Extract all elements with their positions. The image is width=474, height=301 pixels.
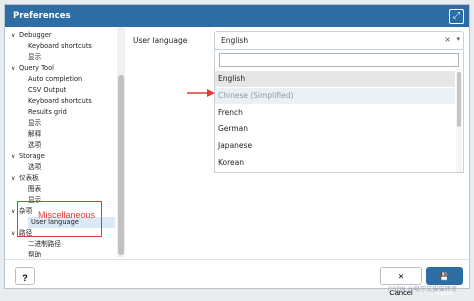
dialog-title: Preferences [13,11,71,21]
tree-item-label: Query Tool [19,64,54,72]
tree-group[interactable]: ∨ 仪表板 [5,173,39,184]
tree-item[interactable]: 解释 [5,129,41,140]
clear-icon[interactable]: × [444,35,451,44]
tree-item[interactable]: Auto completion [5,74,82,85]
chevron-down-icon[interactable]: ∨ [11,173,15,184]
tree-item[interactable]: Results grid [5,107,67,118]
tree-group[interactable]: ∨ Query Tool [5,63,54,74]
misc-annotation: Miscellaneous [38,210,96,220]
tree-item-label: 解释 [28,130,42,138]
tree-item-label: 图表 [28,185,42,193]
dropdown-search-input[interactable] [219,53,459,67]
tree-item-label: 选项 [28,141,42,149]
tree-item-label: Auto completion [28,75,83,83]
chevron-down-icon[interactable]: ∨ [11,151,15,162]
tree-item-label: Results grid [28,108,67,116]
tree-item-label: Storage [19,152,45,160]
tree-scrollbar-thumb[interactable] [118,75,124,255]
tree-item[interactable]: 帮助 [5,250,41,257]
tree-item-label: 帮助 [28,251,42,257]
chevron-down-icon[interactable]: ▾ [456,35,460,43]
language-option[interactable]: Japanese [215,138,455,154]
dropdown-scrollbar-thumb[interactable] [457,72,461,127]
cancel-button[interactable]: ✕ Cancel [380,267,422,297]
tree-item[interactable]: 选项 [5,140,41,151]
maximize-icon[interactable]: ⤢ [449,9,464,24]
help-button[interactable]: ? [15,267,35,285]
language-option[interactable]: English [215,71,455,87]
tree-item[interactable]: 二进制路径 [5,239,61,250]
chevron-down-icon[interactable]: ∨ [11,228,15,239]
tree-item[interactable]: Keyboard shortcuts [5,41,92,52]
tree-item-label: 显示 [28,119,42,127]
language-option[interactable]: German [215,121,455,137]
tree-item[interactable]: 选项 [5,162,41,173]
tree-item[interactable]: 图表 [5,184,41,195]
dropdown-scrollbar[interactable] [456,72,462,172]
tree-item[interactable]: 显示 [5,52,41,63]
tree-item-label: 选项 [28,163,42,171]
tree-item[interactable]: 显示 [5,118,41,129]
dialog-titlebar: Preferences ⤢ [5,5,469,27]
tree-item-label: Keyboard shortcuts [28,97,92,105]
user-language-select[interactable]: English × ▾ [214,31,464,50]
tree-item-label: Keyboard shortcuts [28,42,92,50]
chevron-down-icon[interactable]: ∨ [11,30,15,41]
tree-group[interactable]: ∨ Debugger [5,30,52,41]
language-option[interactable]: French [215,105,455,121]
language-option[interactable]: Korean [215,155,455,171]
tree-item[interactable]: CSV Output [5,85,66,96]
watermark: CSDN @吸尔又猫猫转变 [388,286,458,293]
footer-divider [5,259,469,260]
tree-item-label: 二进制路径 [28,240,61,248]
tree-group[interactable]: ∨ Storage [5,151,45,162]
save-button[interactable]: 💾 Save [426,267,463,297]
language-option[interactable]: Chinese (Simplified) [215,87,455,104]
red-arrow-icon [187,89,215,97]
tree-item-label: Debugger [19,31,52,39]
preferences-dialog: Preferences ⤢ ∨ Debugger Keyboard shortcut… [4,4,470,297]
tree-item-label: CSV Output [28,86,67,94]
user-language-label: User language [133,36,188,45]
tree-item-label: 显示 [28,53,42,61]
chevron-down-icon[interactable]: ∨ [11,63,15,74]
chevron-down-icon[interactable]: ∨ [11,206,15,217]
selected-value: English [221,36,249,45]
tree-scrollbar[interactable] [117,27,125,257]
tree-item-label: 仪表板 [19,174,39,182]
tree-item[interactable]: Keyboard shortcuts [5,96,92,107]
language-dropdown: English Chinese (Simplified) French German J… [214,49,464,173]
